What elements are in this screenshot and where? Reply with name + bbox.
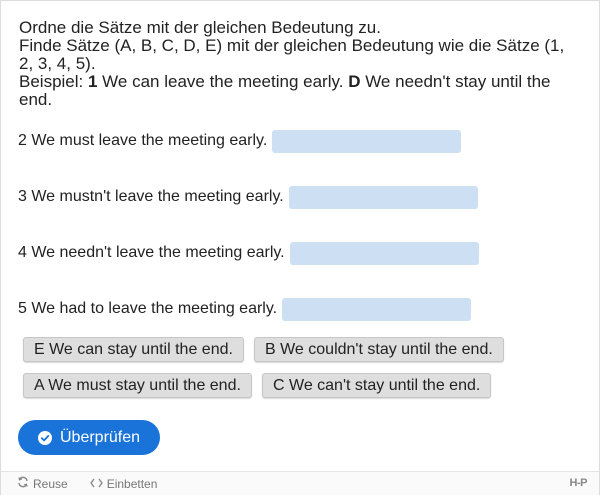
reuse-label: Reuse <box>33 476 68 491</box>
embed-label: Einbetten <box>106 476 158 491</box>
footer-bar: Reuse Einbetten H-P <box>1 471 599 495</box>
task-title: Ordne die Sätze mit der gleichen Bedeutu… <box>19 18 381 37</box>
draggable-option-b[interactable]: B We couldn't stay until the end. <box>254 337 504 362</box>
task-example: Beispiel: 1 We can leave the meeting ear… <box>19 73 579 109</box>
check-button[interactable]: Überprüfen <box>18 420 160 455</box>
draggable-option-e[interactable]: E We can stay until the end. <box>23 337 244 362</box>
sentence-row-4: 4 We needn't leave the meeting early. <box>18 241 479 265</box>
h5p-logo: H-P <box>569 477 588 489</box>
draggable-option-c[interactable]: C We can't stay until the end. <box>262 373 492 398</box>
sentence-text: 2 We must leave the meeting early. <box>18 132 268 149</box>
example-prefix: Beispiel: <box>19 72 88 91</box>
embed-button[interactable]: Einbetten <box>89 476 158 491</box>
draggable-option-a[interactable]: A We must stay until the end. <box>23 373 252 398</box>
h5p-content-frame: Ordne die Sätze mit der gleichen Bedeutu… <box>0 0 600 495</box>
reuse-icon <box>17 476 33 491</box>
check-circle-icon <box>38 430 52 445</box>
sentence-text: 4 We needn't leave the meeting early. <box>18 244 285 261</box>
sentence-row-5: 5 We had to leave the meeting early. <box>18 297 472 321</box>
task-instruction: Finde Sätze (A, B, C, D, E) mit der glei… <box>19 36 565 73</box>
sentence-row-3: 3 We mustn't leave the meeting early. <box>18 185 478 209</box>
reuse-button[interactable]: Reuse <box>17 476 68 491</box>
sentence-text: 5 We had to leave the meeting early. <box>18 300 278 317</box>
drop-zone-5[interactable] <box>282 297 472 321</box>
code-icon <box>89 477 107 491</box>
sentence-row-2: 2 We must leave the meeting early. <box>18 129 462 153</box>
check-button-label: Überprüfen <box>60 428 141 446</box>
drop-zone-4[interactable] <box>289 241 479 265</box>
drop-zone-2[interactable] <box>272 129 462 153</box>
sentence-text: 3 We mustn't leave the meeting early. <box>18 188 284 205</box>
task-description: Ordne die Sätze mit der gleichen Bedeutu… <box>19 19 579 109</box>
example-sentence: We can leave the meeting early. <box>97 72 349 91</box>
drop-zone-3[interactable] <box>288 185 478 209</box>
example-letter: D <box>348 72 361 91</box>
